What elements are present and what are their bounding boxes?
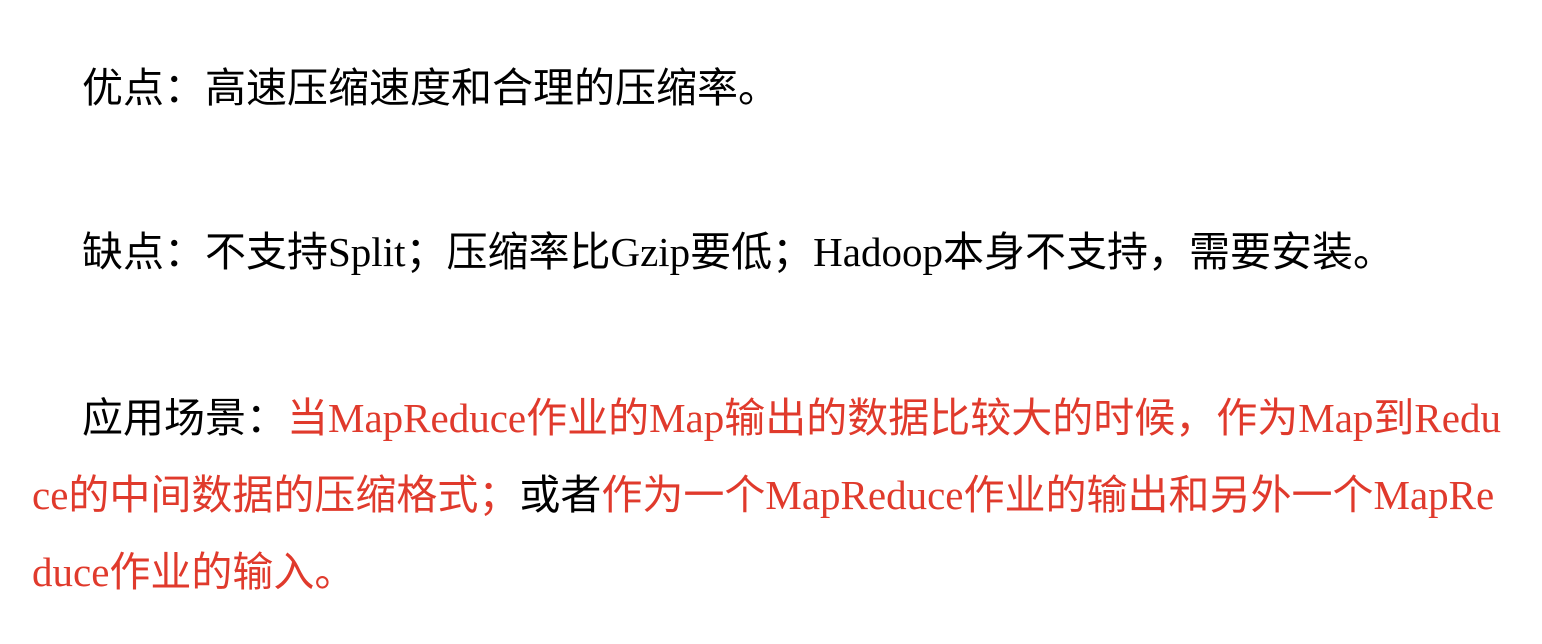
cons-text: 不支持Split；压缩率比Gzip要低；Hadoop本身不支持，需要安装。 — [205, 229, 1394, 275]
scenarios-label: 应用场景： — [82, 395, 287, 441]
scenarios-connector: 或者 — [519, 472, 602, 518]
cons-paragraph: 缺点：不支持Split；压缩率比Gzip要低；Hadoop本身不支持，需要安装。 — [32, 218, 1394, 278]
pros-label: 优点： — [82, 65, 205, 111]
pros-text: 高速压缩速度和合理的压缩率。 — [205, 65, 779, 111]
cons-label: 缺点： — [82, 229, 205, 275]
scenarios-paragraph: 应用场景：当MapReduce作业的Map输出的数据比较大的时候，作为Map到R… — [32, 380, 1502, 611]
pros-paragraph: 优点：高速压缩速度和合理的压缩率。 — [32, 54, 779, 114]
